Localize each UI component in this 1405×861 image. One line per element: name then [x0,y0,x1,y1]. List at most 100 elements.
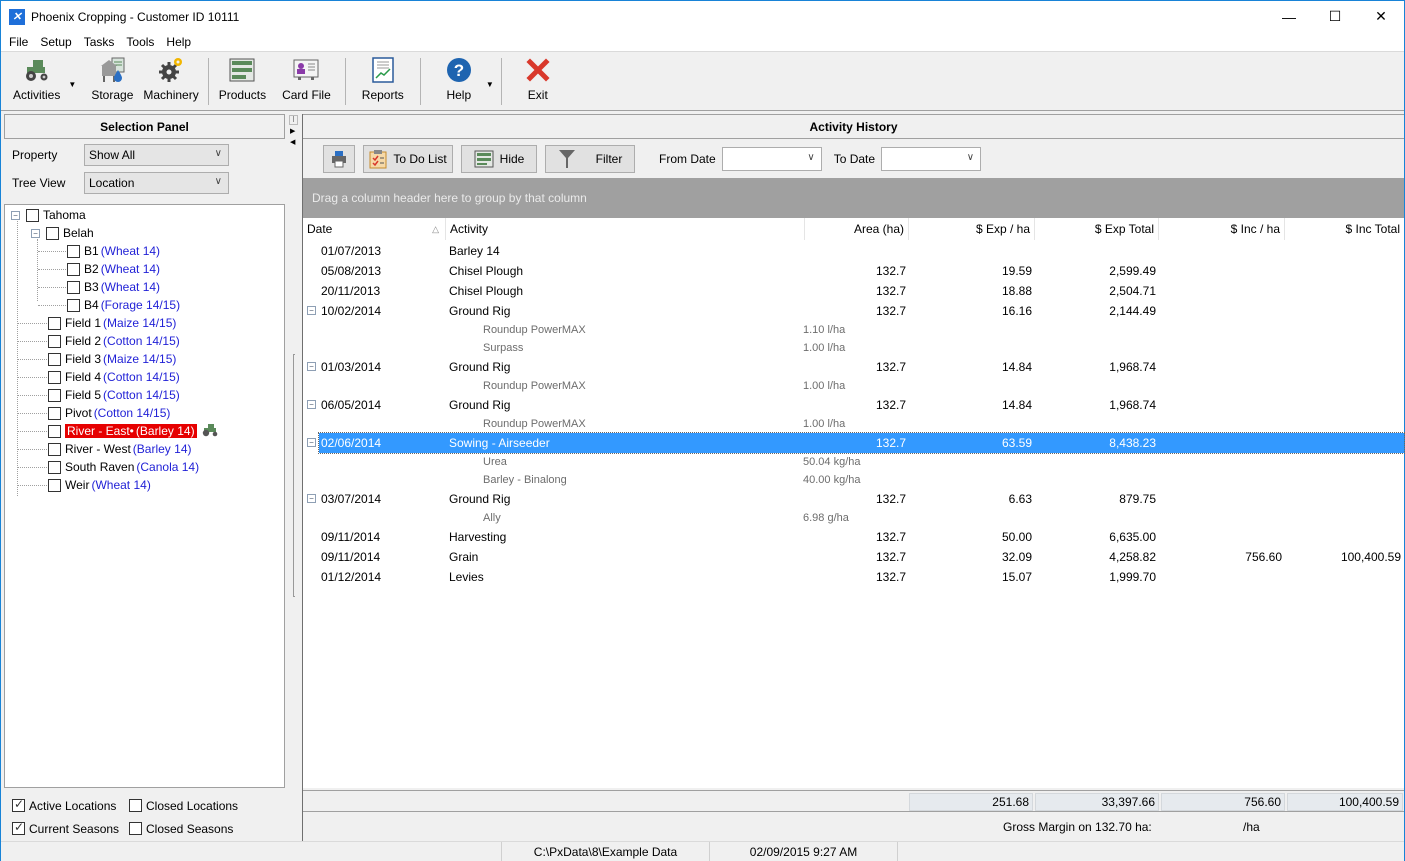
table-row[interactable]: 03/07/2014 Ground Rig 132.7 6.63 879.75 [303,489,1404,509]
checkbox-checked[interactable] [12,820,25,835]
tree-checkbox[interactable] [48,460,61,474]
property-select[interactable]: Show All ∨ [84,144,229,166]
tree-checkbox[interactable] [48,352,61,366]
tree-view-select[interactable]: Location ∨ [84,172,229,194]
card-file-button[interactable]: Card File [272,53,341,110]
group-by-drop-area[interactable]: Drag a column header here to group by th… [303,178,1404,218]
reports-button[interactable]: Reports [350,53,416,110]
tree-checkbox[interactable] [48,388,61,402]
product-sub-row[interactable]: Urea 50.04 kg/ha [303,453,1404,471]
table-row-selected[interactable]: 02/06/2014 Sowing - Airseeder 132.7 63.59 8,… [318,432,1405,454]
storage-button[interactable]: Storage [79,53,138,110]
menu-tools[interactable]: Tools [120,35,160,49]
column-header-date[interactable]: Date △ [303,218,446,240]
pin-icon[interactable]: I [289,115,298,125]
tree-checkbox[interactable] [48,406,61,420]
help-dropdown-arrow[interactable]: ▼ [483,53,497,110]
closed-locations-checkbox[interactable]: Closed Locations [129,799,238,813]
table-row[interactable]: 01/03/2014 Ground Rig 132.7 14.84 1,968.74 [303,357,1404,377]
tree-checkbox[interactable] [26,208,39,222]
product-sub-row[interactable]: Roundup PowerMAX 1.10 l/ha [303,321,1404,339]
help-button[interactable]: ? Help [425,53,483,110]
closed-seasons-checkbox[interactable]: Closed Seasons [129,822,233,836]
tree-node-location[interactable]: Field 1 (Maize 14/15) [48,314,176,332]
tree-node-location[interactable]: Field 4 (Cotton 14/15) [48,368,180,386]
activities-dropdown-arrow[interactable]: ▼ [65,53,79,110]
splitter-grip[interactable] [293,354,295,597]
tree-node-location[interactable]: Weir (Wheat 14) [48,476,151,494]
table-row[interactable]: 09/11/2014 Grain 132.7 32.09 4,258.82 756.60 1… [303,547,1404,567]
tree-node-root[interactable]: − Tahoma [11,206,86,224]
activities-button[interactable]: Activities [1,53,65,110]
column-header-area[interactable]: Area (ha) [805,218,909,240]
close-button[interactable]: ✕ [1358,1,1404,32]
print-button[interactable] [323,145,355,173]
column-header-exp-per-ha[interactable]: $ Exp / ha [909,218,1035,240]
collapse-icon[interactable]: − [31,228,40,238]
product-sub-row[interactable]: Barley - Binalong 40.00 kg/ha [303,471,1404,489]
product-sub-row[interactable]: Ally 6.98 g/ha [303,509,1404,527]
tree-node-location[interactable]: River - West (Barley 14) [48,440,191,458]
to-date-picker[interactable]: ∨ [881,147,982,171]
row-collapse-icon[interactable]: − [307,400,316,409]
tree-node-group[interactable]: − Belah [31,224,94,242]
exit-button[interactable]: Exit [506,53,570,110]
menu-setup[interactable]: Setup [34,35,77,49]
table-row[interactable]: 01/12/2014 Levies 132.7 15.07 1,999.70 [303,567,1404,587]
filter-button[interactable]: Filter [545,145,635,173]
from-date-picker[interactable]: ∨ [721,147,822,171]
tree-checkbox[interactable] [48,424,61,438]
tree-checkbox[interactable] [48,370,61,384]
row-collapse-icon[interactable]: − [307,362,316,371]
collapse-icon[interactable]: − [11,210,20,220]
tree-node-location[interactable]: Field 2 (Cotton 14/15) [48,332,180,350]
checkbox-checked[interactable] [12,797,25,812]
tree-checkbox[interactable] [48,316,61,330]
collapse-left-icon[interactable]: ◀ [290,138,295,146]
tree-node-location[interactable]: B4 (Forage 14/15) [67,296,180,314]
tree-node-location[interactable]: B3 (Wheat 14) [67,278,160,296]
column-header-inc-total[interactable]: $ Inc Total [1285,218,1404,240]
tree-checkbox[interactable] [67,262,80,276]
tree-checkbox[interactable] [48,478,61,492]
tree-node-location[interactable]: South Raven (Canola 14) [48,458,199,476]
column-header-inc-per-ha[interactable]: $ Inc / ha [1159,218,1285,240]
minimize-button[interactable]: — [1266,1,1312,32]
table-row[interactable]: 20/11/2013 Chisel Plough 132.7 18.88 2,504.7… [303,281,1404,301]
tree-checkbox[interactable] [67,280,80,294]
todo-list-button[interactable]: To Do List [363,145,453,173]
tree-node-location[interactable]: B2 (Wheat 14) [67,260,160,278]
table-row[interactable]: 09/11/2014 Harvesting 132.7 50.00 6,635.00 [303,527,1404,547]
panel-splitter[interactable]: I ▶ ◀ [286,114,301,841]
hide-button[interactable]: Hide [461,145,537,173]
tree-checkbox[interactable] [48,334,61,348]
current-seasons-checkbox[interactable]: Current Seasons [12,820,129,836]
table-row[interactable]: 10/02/2014 Ground Rig 132.7 16.16 2,144.49 [303,301,1404,321]
row-collapse-icon[interactable]: − [307,438,316,447]
row-collapse-icon[interactable]: − [307,494,316,503]
tree-checkbox[interactable] [46,226,59,240]
tree-checkbox[interactable] [67,298,80,312]
checkbox-unchecked[interactable] [129,822,142,835]
table-row[interactable]: 06/05/2014 Ground Rig 132.7 14.84 1,968.74 [303,395,1404,415]
menu-tasks[interactable]: Tasks [78,35,121,49]
tree-node-location[interactable]: Field 3 (Maize 14/15) [48,350,176,368]
table-row[interactable]: 05/08/2013 Chisel Plough 132.7 19.59 2,599.4… [303,261,1404,281]
expand-right-icon[interactable]: ▶ [290,127,295,135]
tree-node-location[interactable]: Field 5 (Cotton 14/15) [48,386,180,404]
maximize-button[interactable]: ☐ [1312,1,1358,32]
machinery-button[interactable]: Machinery [138,53,203,110]
products-button[interactable]: Products [213,53,272,110]
product-sub-row[interactable]: Roundup PowerMAX 1.00 l/ha [303,377,1404,395]
tree-node-location[interactable]: B1 (Wheat 14) [67,242,160,260]
product-sub-row[interactable]: Surpass 1.00 l/ha [303,339,1404,357]
product-sub-row[interactable]: Roundup PowerMAX 1.00 l/ha [303,415,1404,433]
tree-checkbox[interactable] [67,244,80,258]
menu-file[interactable]: File [3,35,34,49]
column-header-exp-total[interactable]: $ Exp Total [1035,218,1159,240]
tree-node-location[interactable]: Pivot (Cotton 14/15) [48,404,170,422]
tree-node-location[interactable]: River - East• (Barley 14) [48,422,219,440]
column-header-activity[interactable]: Activity [446,218,805,240]
tree-checkbox[interactable] [48,442,61,456]
row-collapse-icon[interactable]: − [307,306,316,315]
